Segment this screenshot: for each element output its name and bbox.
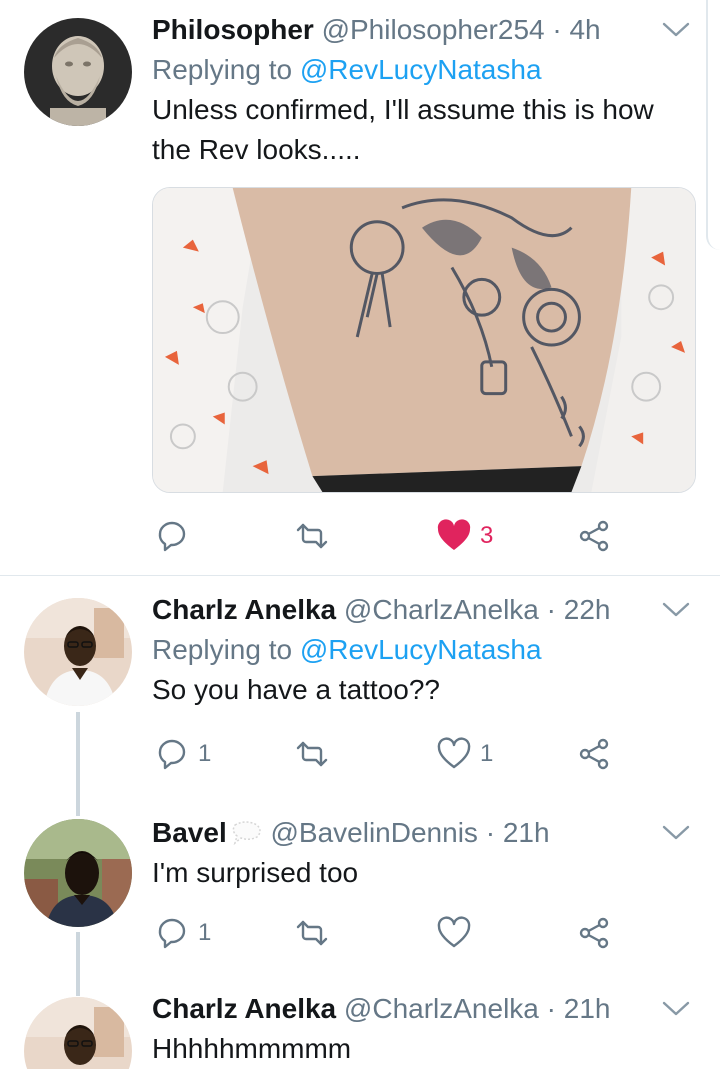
timestamp[interactable]: 21h [503, 817, 550, 848]
more-options-button[interactable] [656, 596, 696, 626]
reply-icon [158, 918, 186, 949]
replying-to-label: Replying to [152, 54, 300, 85]
retweet-icon [296, 920, 328, 946]
avatar-image-person [24, 598, 132, 706]
display-name[interactable]: Bavel [152, 817, 227, 848]
tweet-text: Hhhhhmmmmm [152, 1033, 352, 1064]
share-button[interactable] [576, 732, 612, 776]
tweet-header: Charlz Anelka @CharlzAnelka · 21h [152, 991, 696, 1029]
mention-link[interactable]: @RevLucyNatasha [300, 54, 542, 85]
tweet-header: Philosopher @Philosopher254 · 4h [152, 12, 696, 50]
user-handle[interactable]: @Philosopher254 [322, 14, 545, 45]
share-button[interactable] [576, 514, 612, 558]
replying-to: Replying to @RevLucyNatasha [152, 50, 696, 90]
tweet-text-line-2: the Rev looks..... [152, 134, 361, 165]
like-count: 1 [480, 740, 494, 767]
retweet-button[interactable] [294, 514, 338, 558]
timestamp[interactable]: 21h [564, 993, 611, 1024]
chevron-down-icon [662, 22, 690, 37]
tweet-photo[interactable] [152, 187, 696, 493]
share-icon [579, 520, 609, 552]
reply-button[interactable]: 1 [154, 911, 211, 955]
tweet-actions: 1 1 [152, 732, 622, 776]
more-options-button[interactable] [656, 16, 696, 46]
reply-count: 1 [198, 919, 212, 946]
display-name[interactable]: Charlz Anelka [152, 594, 336, 625]
avatar[interactable] [24, 997, 132, 1069]
user-handle[interactable]: @CharlzAnelka [344, 993, 539, 1024]
heart-outline-icon [437, 737, 471, 769]
like-button[interactable] [436, 911, 480, 955]
avatar[interactable] [24, 18, 132, 126]
like-button[interactable]: 3 [436, 514, 493, 558]
share-button[interactable] [576, 911, 612, 955]
mention-link[interactable]: @RevLucyNatasha [300, 634, 542, 665]
tweet-text-line-1: Unless confirmed, I'll assume this is ho… [152, 94, 654, 125]
chevron-down-icon [662, 825, 690, 840]
tattoo-photo-image [153, 188, 695, 492]
speech-bubble-icon [232, 820, 261, 845]
separator-dot: · [552, 14, 562, 45]
like-count: 3 [480, 522, 494, 549]
display-name[interactable]: Charlz Anelka [152, 993, 336, 1024]
retweet-icon [296, 741, 328, 767]
tweet-charlz-anelka-2[interactable]: Charlz Anelka @CharlzAnelka · 21h Hhhhhm… [0, 991, 720, 1069]
avatar-image-person [24, 997, 132, 1069]
share-icon [579, 917, 609, 949]
replying-to: Replying to @RevLucyNatasha [152, 630, 696, 670]
tweet-charlz-anelka-1[interactable]: Charlz Anelka @CharlzAnelka · 22h Replyi… [0, 576, 720, 801]
reply-button[interactable]: 1 [154, 732, 211, 776]
heart-icon [437, 519, 471, 550]
avatar-image-bust [24, 18, 132, 126]
separator-dot: · [546, 594, 556, 625]
avatar-image-person [24, 819, 132, 927]
tweet-text: I'm surprised too [152, 857, 359, 888]
tweet-text: So you have a tattoo?? [152, 674, 440, 705]
tweet-actions: 3 [152, 514, 622, 558]
separator-dot: · [485, 817, 496, 848]
share-icon [579, 738, 609, 770]
like-button[interactable]: 1 [436, 732, 493, 776]
retweet-icon [296, 523, 328, 549]
more-options-button[interactable] [656, 995, 696, 1025]
reply-icon [158, 739, 186, 770]
tweet-bavel[interactable]: Bavel @BavelinDennis · 21h I'm surprised… [0, 801, 720, 991]
retweet-button[interactable] [294, 911, 338, 955]
timestamp[interactable]: 4h [569, 14, 600, 45]
tweet-header: Bavel @BavelinDennis · 21h [152, 815, 696, 853]
chevron-down-icon [662, 602, 690, 617]
separator-dot: · [546, 993, 556, 1024]
user-handle[interactable]: @CharlzAnelka [344, 594, 539, 625]
replying-to-label: Replying to [152, 634, 300, 665]
reply-icon [158, 521, 186, 552]
tweet-philosopher[interactable]: Philosopher @Philosopher254 · 4h Replyin… [0, 0, 720, 575]
user-handle[interactable]: @BavelinDennis [271, 817, 478, 848]
more-options-button[interactable] [656, 819, 696, 849]
reply-button[interactable] [154, 514, 198, 558]
display-name[interactable]: Philosopher [152, 14, 314, 45]
chevron-down-icon [662, 1001, 690, 1016]
reply-count: 1 [198, 740, 212, 767]
tweet-header: Charlz Anelka @CharlzAnelka · 22h [152, 592, 696, 630]
timestamp[interactable]: 22h [564, 594, 611, 625]
retweet-button[interactable] [294, 732, 338, 776]
heart-outline-icon [437, 916, 471, 948]
avatar[interactable] [24, 598, 132, 706]
tweet-actions: 1 [152, 911, 622, 955]
avatar[interactable] [24, 819, 132, 927]
